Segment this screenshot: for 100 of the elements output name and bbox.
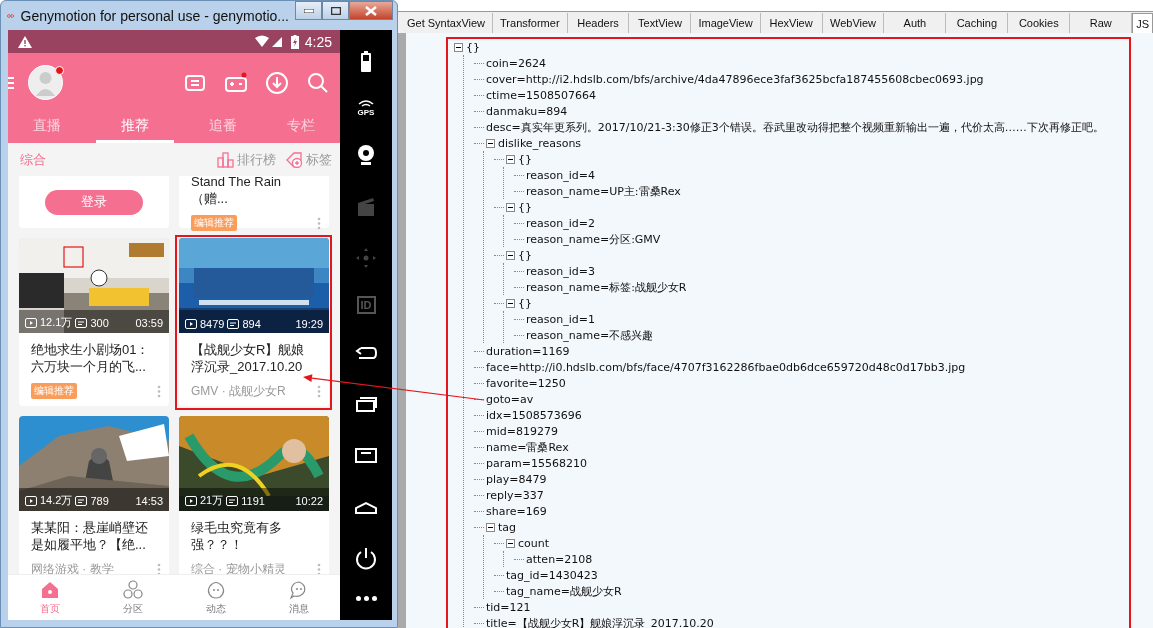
tree-node-label[interactable]: coin=2624 [486, 56, 547, 70]
tree-node-label[interactable]: idx=1508573696 [486, 408, 582, 422]
ranking-icon [217, 151, 234, 168]
recommend-tag: 编辑推荐 [31, 383, 77, 399]
video-card[interactable]: 12.1万 300 03:59 绝地求生小剧场01：六万块一个月的飞... 编辑推荐 [19, 238, 169, 406]
tree-node-label[interactable]: danmaku=894 [486, 104, 568, 118]
search-icon[interactable] [306, 70, 330, 95]
tree-node-label[interactable]: cover=http://i2.hdslb.com/bfs/archive/4da47896ece3faf3625bcfa187455608cbec0693.jpg [486, 72, 984, 86]
video-title: Stand The Rain（赠... [190, 176, 283, 207]
notification-dot-icon [55, 66, 64, 75]
tree-node-label[interactable]: dislike_reasons [498, 136, 582, 150]
tree-node-label[interactable]: reason_name=标签:战舰少女R [526, 279, 687, 295]
tab[interactable]: JS [1132, 13, 1153, 33]
video-title: 绝地求生小剧场01：六万块一个月的飞... [30, 341, 151, 375]
tree-node-label[interactable]: desc=真实年更系列。2017/10/21-3:30修正3个错误。吞武里改动得把整个视频重新输出一遍，代价太高……下次再修正吧。 [486, 119, 1104, 135]
avatar[interactable] [28, 65, 63, 100]
video-duration: 03:59 [135, 316, 163, 329]
danmaku-count: 789 [90, 494, 109, 507]
category-text: 网络游戏 · 教学 [31, 561, 114, 574]
tree-node-label[interactable]: reason_name=不感兴趣 [526, 327, 654, 343]
video-duration: 10:22 [295, 494, 323, 507]
video-title: 绿毛虫究竟有多强？？！ [190, 519, 283, 553]
gps-button[interactable]: GPS [357, 100, 375, 117]
tree-node-label[interactable]: param=15568210 [486, 456, 587, 470]
tree-node-label[interactable]: {} [518, 152, 532, 166]
tree-node-label[interactable]: reason_id=2 [526, 216, 595, 230]
recommend-tag: 编辑推荐 [191, 215, 237, 231]
collapse-icon[interactable] [506, 298, 515, 308]
video-duration: 19:29 [295, 318, 323, 330]
tree-node-label[interactable]: count [518, 536, 550, 550]
collapse-icon[interactable] [506, 538, 515, 548]
gamepad-icon[interactable] [224, 70, 248, 95]
warning-icon [18, 35, 32, 48]
tree-node-label[interactable]: {} [518, 248, 532, 262]
video-card[interactable]: Stand The Rain（赠... 编辑推荐 [179, 176, 329, 228]
collapse-icon[interactable] [506, 250, 515, 260]
tree-node-label[interactable]: tid=121 [486, 600, 531, 614]
circles-icon [122, 579, 143, 600]
nav-tab[interactable]: 分区 [91, 575, 174, 620]
more-button[interactable] [355, 596, 377, 602]
video-duration: 14:53 [135, 494, 163, 507]
tree-node-label[interactable]: name=雷桑Rex [486, 439, 569, 455]
nav-tab[interactable]: 动态 [174, 575, 257, 620]
tree-node-label[interactable]: ctime=1508507664 [486, 88, 597, 102]
collapse-icon[interactable] [454, 42, 463, 52]
collapse-icon[interactable] [486, 138, 495, 148]
tree-node-label[interactable]: {} [466, 40, 480, 54]
tree-node-label[interactable]: reason_name=分区:GMV [526, 231, 661, 247]
cloud-face-icon [205, 579, 226, 600]
minimize-button[interactable] [295, 1, 322, 20]
tree-node-label[interactable]: duration=1169 [486, 344, 570, 358]
nav-tab[interactable]: 消息 [257, 575, 340, 620]
collapse-icon[interactable] [506, 202, 515, 212]
tree-node-label[interactable]: tag [498, 520, 517, 534]
video-title: 某某阳：悬崖峭壁还是如履平地？【绝... [30, 519, 149, 553]
play-icon [185, 319, 197, 329]
danmaku-count: 894 [242, 318, 261, 330]
play-icon [25, 317, 37, 328]
tree-node-label[interactable]: reason_id=4 [526, 168, 595, 182]
video-card[interactable]: 14.2万 789 14:53 某某阳：悬崖峭壁还是如履平地？【绝... 网络游戏 · 教学 [19, 416, 169, 574]
download-icon[interactable] [265, 70, 289, 95]
tree-node-label[interactable]: {} [518, 200, 532, 214]
tree-node-label[interactable]: reason_id=1 [526, 312, 595, 326]
collapse-icon[interactable] [486, 522, 495, 532]
maximize-icon [330, 6, 341, 15]
tree-node-label[interactable]: goto=av [486, 392, 534, 406]
home-icon [39, 579, 60, 600]
tree-node-label[interactable]: mid=819279 [486, 424, 558, 438]
category-text: GMV · 战舰少女R [191, 383, 286, 400]
tree-node-label[interactable]: share=169 [486, 504, 547, 518]
video-title: 【战舰少女R】舰娘浮沉录_2017.10.20 [190, 341, 306, 375]
comment-icon [227, 319, 240, 329]
danmaku-count: 1191 [241, 494, 265, 507]
collapse-icon[interactable] [506, 154, 515, 164]
view-count: 14.2万 [40, 493, 73, 508]
view-count: 8479 [200, 318, 225, 330]
danmaku-count: 300 [90, 316, 109, 329]
tree-node-label[interactable]: tag_name=战舰少女R [506, 583, 622, 599]
video-card[interactable]: 21万 1191 10:22 绿毛虫究竟有多强？？！ 综合 · 宠物小精灵 [179, 416, 329, 574]
tag-icon [286, 151, 303, 168]
tree-node-label[interactable]: reason_name=UP主:雷桑Rex [526, 183, 681, 199]
tree-node-label[interactable]: reply=337 [486, 488, 544, 502]
maximize-button[interactable] [322, 1, 349, 20]
clock-text: 4:25 [304, 33, 332, 50]
tree-node-label[interactable]: reason_id=3 [526, 264, 595, 278]
tree-node-label[interactable]: tag_id=1430423 [506, 568, 598, 582]
close-button[interactable] [349, 1, 393, 20]
menu-icon[interactable] [8, 76, 14, 89]
section-title: 综合 [20, 150, 47, 169]
tree-node-label[interactable]: {} [518, 296, 532, 310]
tree-node-label[interactable]: play=8479 [486, 472, 547, 486]
tree-node-label[interactable]: favorite=1250 [486, 376, 566, 390]
highlight-box [63, 246, 84, 268]
close-icon [365, 5, 377, 16]
minimize-icon [303, 8, 314, 13]
play-icon [25, 495, 37, 506]
tree-node-label[interactable]: atten=2108 [526, 552, 593, 566]
tree-node-label[interactable]: face=http://i0.hdslb.com/bfs/face/4707f3162286fbae0db6dce659720d48c0d17bb3.jpg [486, 360, 966, 374]
comment-icon [75, 317, 88, 328]
battery-icon [290, 34, 299, 49]
